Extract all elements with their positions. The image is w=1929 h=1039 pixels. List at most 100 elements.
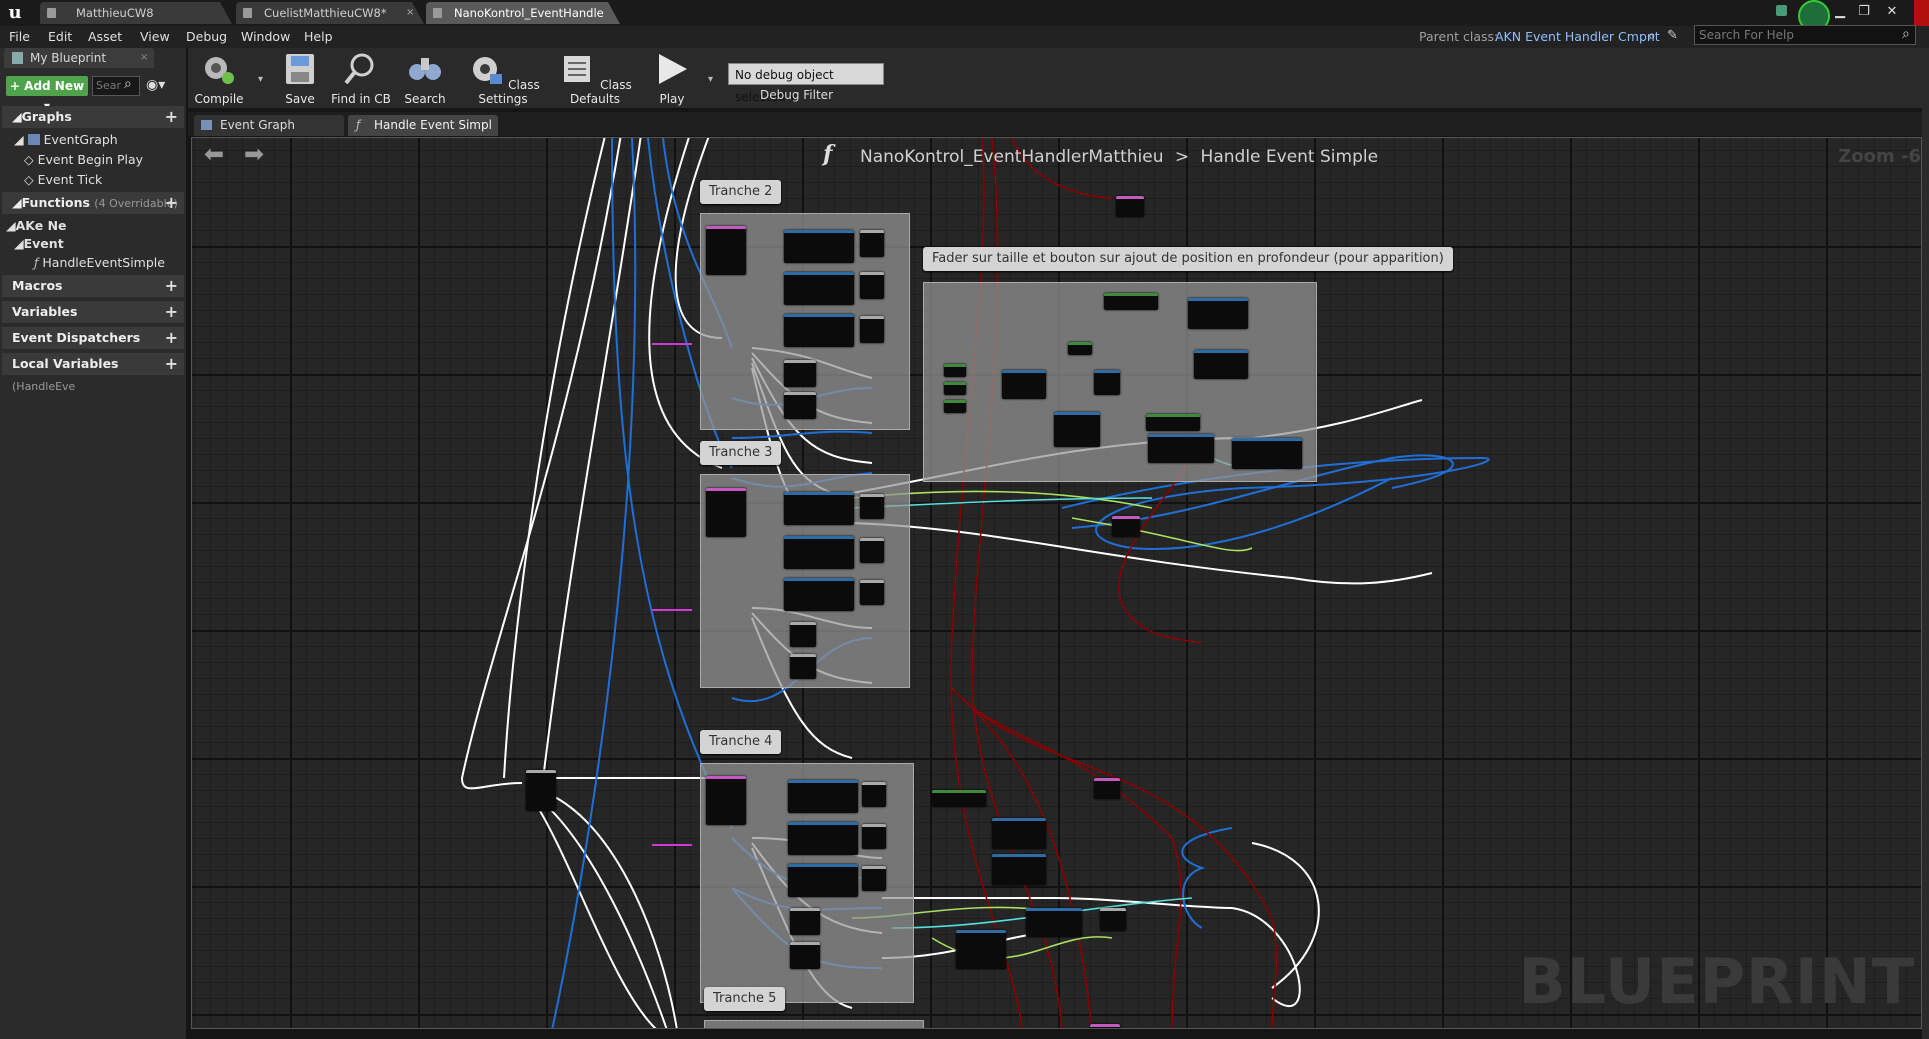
variable-node[interactable] bbox=[944, 364, 966, 377]
macros-section[interactable]: Macros + bbox=[2, 275, 184, 297]
event-node[interactable] bbox=[706, 226, 746, 275]
branch-node[interactable] bbox=[862, 782, 886, 807]
select-node[interactable] bbox=[790, 622, 816, 647]
close-icon[interactable]: × bbox=[406, 2, 414, 24]
compile-button[interactable]: Compile bbox=[194, 52, 244, 106]
event-node[interactable] bbox=[1112, 516, 1140, 537]
branch-node[interactable] bbox=[860, 538, 884, 563]
function-node[interactable] bbox=[992, 854, 1046, 885]
select-node[interactable] bbox=[784, 360, 816, 387]
branch-node[interactable] bbox=[1100, 908, 1126, 931]
menu-edit[interactable]: Edit bbox=[48, 29, 72, 44]
select-node[interactable] bbox=[790, 654, 816, 679]
search-icon[interactable]: ⌕ bbox=[1902, 26, 1910, 42]
function-node[interactable] bbox=[1148, 434, 1214, 463]
branch-node[interactable] bbox=[860, 580, 884, 605]
function-node[interactable] bbox=[1002, 370, 1046, 399]
tree-category-event[interactable]: ◢Event bbox=[14, 236, 64, 251]
function-node[interactable] bbox=[1054, 412, 1100, 447]
event-node[interactable] bbox=[706, 776, 746, 825]
event-node[interactable] bbox=[1090, 1024, 1120, 1028]
close-icon[interactable]: × bbox=[140, 48, 148, 68]
menu-asset[interactable]: Asset bbox=[88, 29, 122, 44]
function-node[interactable] bbox=[788, 780, 858, 813]
event-node[interactable] bbox=[1094, 778, 1120, 799]
class-settings-button[interactable]: Class Settings bbox=[460, 52, 546, 106]
tree-item-event-begin-play[interactable]: ◇ Event Begin Play bbox=[24, 152, 143, 167]
function-node[interactable] bbox=[1188, 298, 1248, 329]
select-node[interactable] bbox=[784, 392, 816, 419]
select-node[interactable] bbox=[790, 908, 820, 935]
variables-section[interactable]: Variables + bbox=[2, 301, 184, 323]
restore-icon[interactable]: ❐ bbox=[1852, 1, 1876, 23]
branch-node[interactable] bbox=[860, 272, 884, 299]
minimize-icon[interactable]: ▁ bbox=[1828, 1, 1852, 23]
add-local-variable-icon[interactable]: + bbox=[165, 353, 178, 375]
parent-class-link[interactable]: AKN Event Handler Cmpnt bbox=[1495, 29, 1660, 44]
view-options-icon[interactable]: ◉▾ bbox=[146, 77, 165, 93]
local-variables-section[interactable]: Local Variables (HandleEve + bbox=[2, 353, 184, 393]
event-node[interactable] bbox=[706, 488, 746, 537]
function-node[interactable] bbox=[992, 818, 1046, 849]
variable-node[interactable] bbox=[944, 400, 966, 413]
menu-view[interactable]: View bbox=[140, 29, 170, 44]
function-node[interactable] bbox=[1194, 350, 1248, 379]
class-defaults-button[interactable]: Class Defaults bbox=[552, 52, 638, 106]
function-node[interactable] bbox=[788, 864, 858, 897]
variable-node[interactable] bbox=[1104, 293, 1158, 310]
event-node[interactable] bbox=[1116, 196, 1144, 217]
variable-node[interactable] bbox=[1068, 342, 1092, 355]
tab-nanokontrol[interactable]: NanoKontrol_EventHandle bbox=[426, 2, 620, 24]
play-button[interactable]: Play bbox=[648, 52, 696, 106]
my-blueprint-tab[interactable]: My Blueprint × bbox=[4, 48, 154, 68]
tree-item-event-tick[interactable]: ◇ Event Tick bbox=[24, 172, 102, 187]
function-node[interactable] bbox=[784, 578, 854, 611]
back-arrow-icon[interactable]: ⬅ bbox=[204, 140, 224, 168]
menu-window[interactable]: Window bbox=[241, 29, 290, 44]
function-node[interactable] bbox=[788, 822, 858, 855]
function-node[interactable] bbox=[1026, 908, 1082, 937]
function-node[interactable] bbox=[784, 492, 854, 525]
variable-node[interactable] bbox=[932, 790, 986, 807]
breadcrumb-blueprint[interactable]: NanoKontrol_EventHandlerMatthieu bbox=[860, 147, 1163, 167]
variable-node[interactable] bbox=[1146, 414, 1200, 431]
function-node[interactable] bbox=[784, 230, 854, 263]
comment-title-tranche-2[interactable]: Tranche 2 bbox=[700, 180, 782, 204]
tab-matthieucw8[interactable]: MatthieuCW8 bbox=[40, 2, 232, 24]
debug-object-select[interactable]: No debug object selected ▾ bbox=[728, 63, 884, 104]
help-search-input[interactable]: Search For Help bbox=[1694, 25, 1916, 45]
tree-item-eventgraph[interactable]: ◢ EventGraph bbox=[14, 132, 118, 147]
branch-node[interactable] bbox=[860, 230, 884, 257]
edit-parent-icon[interactable]: ✎ bbox=[1667, 28, 1678, 43]
close-window-icon[interactable]: ✕ bbox=[1880, 1, 1904, 23]
forward-arrow-icon[interactable]: ➡ bbox=[244, 140, 264, 168]
add-graph-icon[interactable]: + bbox=[165, 106, 178, 128]
comment-title-tranche-5[interactable]: Tranche 5 bbox=[704, 987, 786, 1011]
sequence-node[interactable] bbox=[526, 770, 556, 811]
tab-cuelist[interactable]: CuelistMatthieuCW8* × bbox=[236, 2, 424, 24]
comment-title-tranche-4[interactable]: Tranche 4 bbox=[700, 730, 782, 754]
menu-debug[interactable]: Debug bbox=[186, 29, 227, 44]
menu-file[interactable]: File bbox=[9, 29, 30, 44]
tab-handle-event-simple[interactable]: ƒ Handle Event Simpl bbox=[348, 115, 498, 136]
compile-options-icon[interactable]: ▾ bbox=[258, 74, 263, 85]
comment-box-tranche-5[interactable] bbox=[704, 1020, 924, 1028]
function-node[interactable] bbox=[1232, 438, 1302, 469]
my-blueprint-search-input[interactable]: Sear bbox=[92, 76, 140, 96]
tab-event-graph[interactable]: Event Graph bbox=[194, 115, 344, 136]
search-button[interactable]: Search bbox=[400, 52, 450, 106]
branch-node[interactable] bbox=[862, 866, 886, 891]
math-node[interactable] bbox=[1094, 370, 1120, 395]
function-node[interactable] bbox=[784, 314, 854, 347]
tree-category-ake[interactable]: ◢AKe Ne bbox=[6, 218, 67, 233]
browse-icon[interactable]: ⌕ bbox=[1648, 28, 1656, 44]
menu-help[interactable]: Help bbox=[304, 29, 333, 44]
add-dispatcher-icon[interactable]: + bbox=[165, 327, 178, 349]
function-node[interactable] bbox=[784, 536, 854, 569]
blueprint-graph-canvas[interactable]: Tranche 2 Tranche 3 Tranche 4 Tranche 5 … bbox=[191, 137, 1922, 1029]
branch-node[interactable] bbox=[860, 494, 884, 519]
function-node[interactable] bbox=[956, 930, 1006, 969]
comment-title-fader[interactable]: Fader sur taille et bouton sur ajout de … bbox=[923, 247, 1453, 271]
branch-node[interactable] bbox=[862, 824, 886, 849]
save-button[interactable]: Save bbox=[280, 52, 320, 106]
